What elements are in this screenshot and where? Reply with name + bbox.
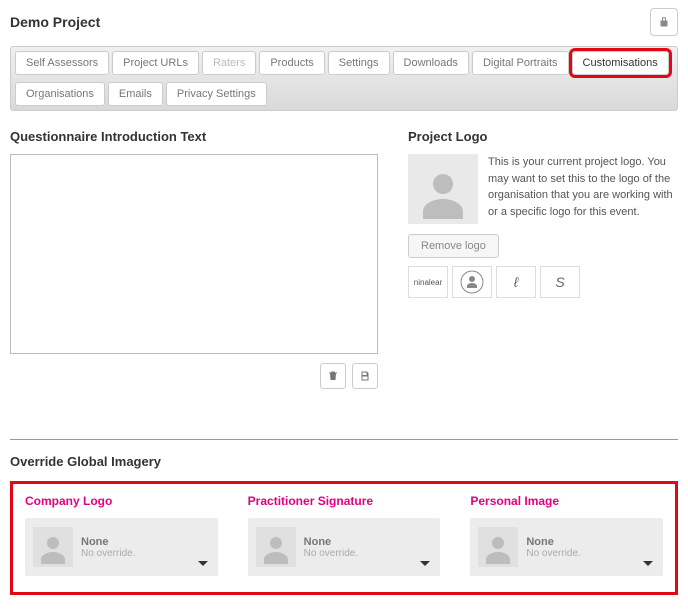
override-texts: None No override.	[81, 536, 135, 559]
tab-downloads[interactable]: Downloads	[393, 51, 469, 75]
editor-actions	[10, 363, 378, 389]
tabs-bar: Self Assessors Project URLs Raters Produ…	[10, 46, 678, 111]
override-sub: No override.	[81, 548, 135, 559]
override-name: None	[304, 536, 358, 548]
tab-organisations[interactable]: Organisations	[15, 82, 105, 106]
placeholder-image	[33, 527, 73, 567]
project-logo-section: Project Logo This is your current projec…	[408, 129, 678, 389]
signature-icon: S	[555, 274, 564, 290]
override-name: None	[526, 536, 580, 548]
delete-button[interactable]	[320, 363, 346, 389]
override-title: Company Logo	[25, 494, 218, 508]
remove-logo-button[interactable]: Remove logo	[408, 234, 499, 258]
tab-settings[interactable]: Settings	[328, 51, 390, 75]
main-content: Questionnaire Introduction Text Project …	[10, 129, 678, 389]
project-logo-title: Project Logo	[408, 129, 678, 144]
tab-customisations[interactable]: Customisations	[572, 51, 669, 75]
thumb-avatar[interactable]	[452, 266, 492, 298]
thumb-brand[interactable]: ninalear	[408, 266, 448, 298]
logo-block: This is your current project logo. You m…	[408, 154, 678, 224]
page-title: Demo Project	[10, 14, 100, 30]
tab-project-urls[interactable]: Project URLs	[112, 51, 199, 75]
avatar-icon	[413, 164, 473, 224]
save-icon	[359, 370, 371, 382]
lock-button[interactable]	[650, 8, 678, 36]
thumb-signature-2[interactable]: S	[540, 266, 580, 298]
override-texts: None No override.	[526, 536, 580, 559]
override-sub: No override.	[526, 548, 580, 559]
save-button[interactable]	[352, 363, 378, 389]
trash-icon	[327, 370, 339, 382]
logo-description: This is your current project logo. You m…	[488, 154, 678, 224]
placeholder-image	[478, 527, 518, 567]
tab-privacy-settings[interactable]: Privacy Settings	[166, 82, 267, 106]
placeholder-image	[256, 527, 296, 567]
tab-raters[interactable]: Raters	[202, 51, 256, 75]
avatar-icon	[460, 270, 484, 294]
override-name: None	[81, 536, 135, 548]
section-divider	[10, 439, 678, 440]
lock-icon	[658, 16, 670, 28]
override-heading: Override Global Imagery	[10, 454, 678, 469]
tab-digital-portraits[interactable]: Digital Portraits	[472, 51, 569, 75]
avatar-icon	[258, 531, 294, 567]
thumb-signature-1[interactable]: ℓ	[496, 266, 536, 298]
override-imagery-section: Company Logo None No override. Practitio…	[10, 481, 678, 595]
override-texts: None No override.	[304, 536, 358, 559]
logo-thumbnails: ninalear ℓ S	[408, 266, 678, 298]
intro-textarea[interactable]	[10, 154, 378, 354]
tab-self-assessors[interactable]: Self Assessors	[15, 51, 109, 75]
current-logo-placeholder	[408, 154, 478, 224]
avatar-icon	[480, 531, 516, 567]
tab-emails[interactable]: Emails	[108, 82, 163, 106]
signature-icon: ℓ	[514, 274, 519, 290]
override-signature-selector[interactable]: None No override.	[248, 518, 441, 576]
avatar-icon	[35, 531, 71, 567]
override-company-logo-selector[interactable]: None No override.	[25, 518, 218, 576]
tab-products[interactable]: Products	[259, 51, 324, 75]
intro-section: Questionnaire Introduction Text	[10, 129, 378, 389]
thumb-brand-label: ninalear	[414, 278, 442, 287]
override-title: Practitioner Signature	[248, 494, 441, 508]
override-title: Personal Image	[470, 494, 663, 508]
intro-title: Questionnaire Introduction Text	[10, 129, 378, 144]
page-header: Demo Project	[10, 8, 678, 36]
override-sub: No override.	[304, 548, 358, 559]
override-personal-image-selector[interactable]: None No override.	[470, 518, 663, 576]
